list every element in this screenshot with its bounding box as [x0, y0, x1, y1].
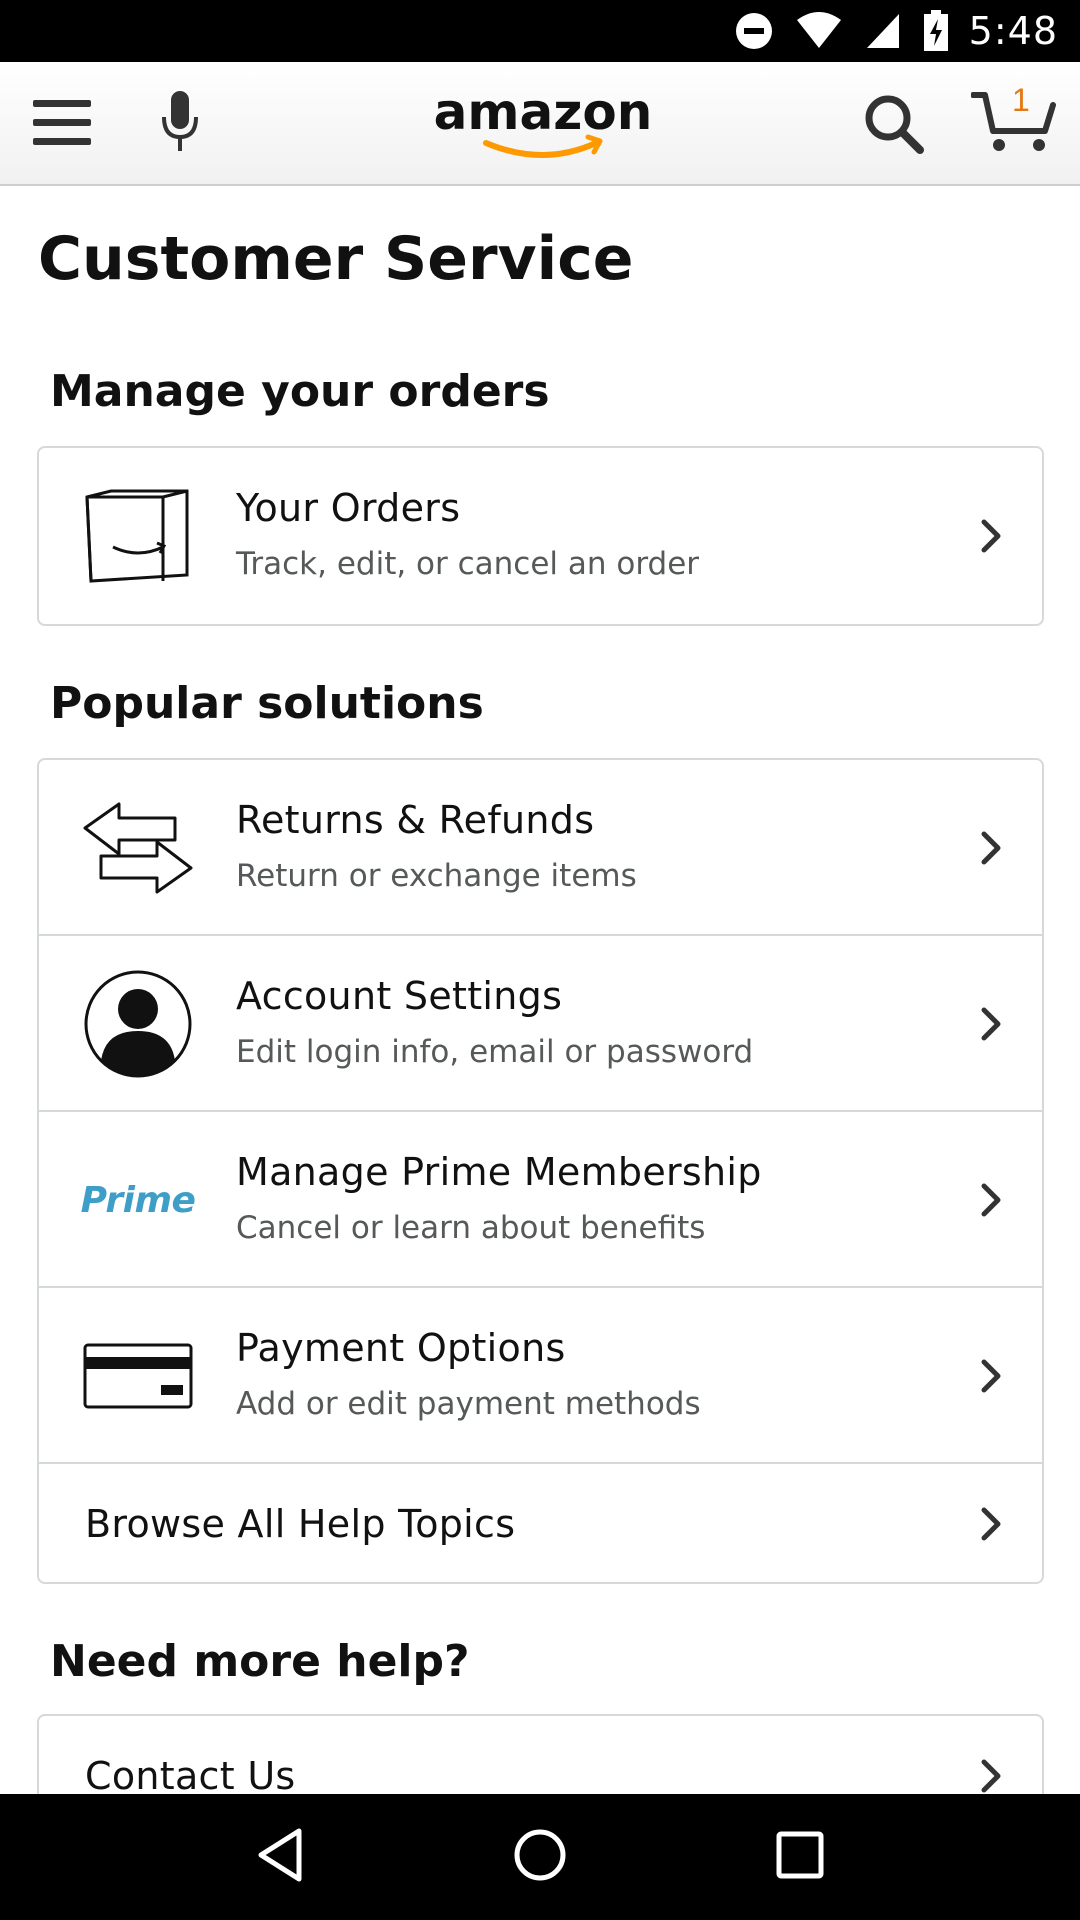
battery-charging-icon	[923, 10, 949, 52]
contact-us-title: Contact Us	[85, 1754, 296, 1794]
search-button[interactable]	[854, 88, 934, 164]
microphone-icon	[158, 89, 202, 159]
section-title-popular-solutions: Popular solutions	[50, 678, 484, 729]
app-header: amazon 1	[0, 62, 1080, 186]
chevron-right-icon	[976, 516, 1006, 556]
menu-button[interactable]	[24, 90, 100, 160]
navigation-bar	[0, 1794, 1080, 1920]
section-title-manage-orders: Manage your orders	[50, 366, 550, 417]
chevron-right-icon	[976, 828, 1006, 868]
manage-prime-subtitle: Cancel or learn about benefits	[236, 1210, 706, 1246]
list-item-returns-refunds[interactable]: Returns & Refunds Return or exchange ite…	[39, 760, 1042, 936]
main-content: Customer Service Manage your orders Your…	[0, 188, 1080, 1794]
amazon-logo[interactable]: amazon	[418, 82, 668, 172]
payment-options-subtitle: Add or edit payment methods	[236, 1386, 701, 1422]
chevron-right-icon	[976, 1004, 1006, 1044]
manage-prime-title: Manage Prime Membership	[236, 1150, 762, 1194]
amazon-logo-icon: amazon	[434, 87, 653, 158]
chevron-right-icon	[976, 1356, 1006, 1396]
search-icon	[863, 93, 925, 159]
list-item-account-settings[interactable]: Account Settings Edit login info, email …	[39, 936, 1042, 1112]
account-settings-title: Account Settings	[236, 974, 563, 1018]
section-title-need-more-help: Need more help?	[50, 1636, 470, 1687]
list-item-manage-prime[interactable]: Prime Manage Prime Membership Cancel or …	[39, 1112, 1042, 1288]
svg-text:amazon: amazon	[434, 87, 653, 141]
payment-options-title: Payment Options	[236, 1326, 566, 1370]
returns-refunds-subtitle: Return or exchange items	[236, 858, 637, 894]
screen: 5:48 amazon 1 Customer Service Manage yo…	[0, 0, 1080, 1920]
chevron-right-icon	[976, 1756, 1006, 1794]
cart-button[interactable]: 1	[968, 82, 1060, 166]
list-item-your-orders[interactable]: Your Orders Track, edit, or cancel an or…	[39, 448, 1042, 624]
back-icon	[255, 1827, 305, 1887]
more-help-card: Contact Us	[37, 1714, 1044, 1794]
wifi-icon	[795, 12, 843, 50]
chevron-right-icon	[976, 1504, 1006, 1544]
account-person-icon	[83, 970, 193, 1078]
orders-card: Your Orders Track, edit, or cancel an or…	[37, 446, 1044, 626]
page-title: Customer Service	[38, 224, 634, 294]
returns-refunds-title: Returns & Refunds	[236, 798, 595, 842]
list-item-contact-us[interactable]: Contact Us	[39, 1716, 1042, 1794]
browse-help-topics-title: Browse All Help Topics	[85, 1502, 516, 1546]
your-orders-subtitle: Track, edit, or cancel an order	[236, 546, 700, 582]
back-button[interactable]	[235, 1812, 325, 1902]
cart-count-badge: 1	[1012, 82, 1030, 118]
do-not-disturb-icon	[735, 12, 773, 50]
home-icon	[513, 1828, 567, 1886]
credit-card-icon	[83, 1326, 193, 1426]
your-orders-title: Your Orders	[236, 486, 461, 530]
list-item-browse-help-topics[interactable]: Browse All Help Topics	[39, 1464, 1042, 1582]
recents-icon	[775, 1830, 825, 1884]
home-button[interactable]	[495, 1812, 585, 1902]
voice-search-button[interactable]	[150, 82, 210, 166]
list-item-payment-options[interactable]: Payment Options Add or edit payment meth…	[39, 1288, 1042, 1464]
status-bar: 5:48	[0, 0, 1080, 62]
prime-logo-text: Prime	[80, 1179, 196, 1221]
popular-solutions-card: Returns & Refunds Return or exchange ite…	[37, 758, 1044, 1584]
prime-logo-icon: Prime	[80, 1150, 196, 1250]
status-time: 5:48	[968, 9, 1058, 53]
cell-signal-icon	[865, 12, 901, 50]
chevron-right-icon	[976, 1180, 1006, 1220]
recents-button[interactable]	[755, 1812, 845, 1902]
box-icon	[83, 486, 193, 586]
account-settings-subtitle: Edit login info, email or password	[236, 1034, 754, 1070]
returns-arrows-icon	[83, 798, 193, 898]
menu-icon	[33, 98, 91, 152]
